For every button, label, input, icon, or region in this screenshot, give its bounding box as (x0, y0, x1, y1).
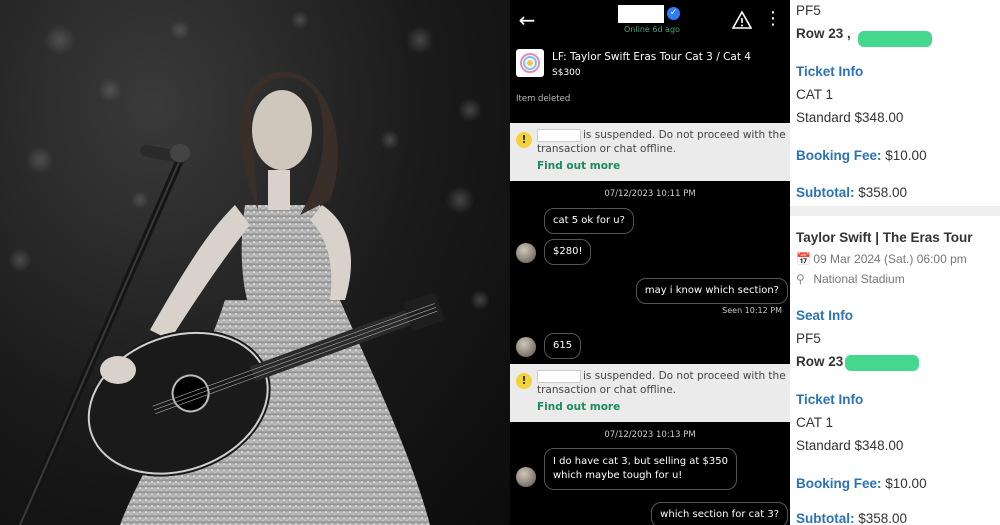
subtotal: Subtotal: $358.00 (796, 185, 907, 200)
subtotal-label: Subtotal: (796, 185, 855, 200)
redacted-seat-number (845, 355, 919, 371)
online-status: Online 6d ago (624, 25, 680, 34)
warning-text: transaction or chat offline. (537, 143, 676, 155)
find-out-more-link[interactable]: Find out more (537, 160, 620, 172)
warning-triangle-icon[interactable] (732, 10, 752, 30)
incoming-message: 615 (544, 333, 582, 359)
warning-icon: ! (516, 132, 532, 148)
avatar[interactable] (516, 467, 536, 487)
seat-section: PF5 (796, 3, 821, 18)
redacted-seat-number (858, 31, 932, 47)
booking-fee-value: $10.00 (885, 476, 927, 491)
incoming-message: $280! (544, 239, 592, 265)
suspension-warning: ! is suspended. Do not proceed with the … (510, 364, 790, 422)
section-divider (790, 206, 1000, 216)
seat-section: PF5 (796, 331, 821, 346)
redacted-username (537, 370, 581, 383)
redacted-username (618, 5, 664, 23)
event-venue-text: National Stadium (813, 272, 905, 286)
ticket-details-panel: PF5 Row 23 , Ticket Info CAT 1 Standard … (790, 0, 1000, 525)
suspension-warning: ! is suspended. Do not proceed with the … (510, 123, 790, 181)
seen-status: Seen 10:12 PM (722, 306, 782, 315)
listing-status: Item deleted (516, 94, 571, 104)
listing-item[interactable]: LF: Taylor Swift Eras Tour Cat 3 / Cat 4… (510, 44, 790, 108)
location-pin-icon: ⚲ (796, 272, 805, 286)
calendar-icon: 📅 (796, 252, 811, 266)
ticket-info-heading: Ticket Info (796, 64, 864, 79)
incoming-message: I do have cat 3, but selling at $350 whi… (544, 448, 737, 490)
event-venue: ⚲ National Stadium (796, 272, 905, 286)
outgoing-message: which section for cat 3? (651, 502, 788, 525)
seat-row: Row 23 (796, 354, 844, 369)
seat-row: Row 23 , (796, 26, 851, 41)
booking-fee: Booking Fee: $10.00 (796, 148, 927, 163)
booking-fee-value: $10.00 (885, 148, 927, 163)
chat-screen: ← ✓ Online 6d ago ⋮ LF: Taylor Swift Era… (510, 0, 790, 525)
listing-price: S$300 (552, 68, 581, 78)
back-arrow-icon[interactable]: ← (514, 8, 540, 32)
avatar[interactable] (516, 243, 536, 263)
ticket-price: Standard $348.00 (796, 438, 904, 453)
event-title: Taylor Swift | The Eras Tour (796, 230, 973, 245)
message-line: which maybe tough for u! (553, 470, 683, 481)
warning-text: transaction or chat offline. (537, 384, 676, 396)
avatar[interactable] (516, 337, 536, 357)
seat-info-heading: Seat Info (796, 308, 854, 323)
message-timestamp: 07/12/2023 10:11 PM (604, 189, 696, 199)
ticket-price: Standard $348.00 (796, 110, 904, 125)
ticket-category: CAT 1 (796, 415, 834, 430)
subtotal: Subtotal: $358.00 (796, 511, 907, 525)
booking-fee-label: Booking Fee: (796, 476, 882, 491)
redacted-username (537, 129, 581, 142)
booking-fee: Booking Fee: $10.00 (796, 476, 927, 491)
subtotal-value: $358.00 (858, 511, 908, 525)
find-out-more-link[interactable]: Find out more (537, 401, 620, 413)
performer-with-guitar-photo (8, 11, 490, 525)
warning-text: is suspended. Do not proceed with the (583, 129, 786, 141)
listing-title: LF: Taylor Swift Eras Tour Cat 3 / Cat 4 (552, 51, 751, 63)
booking-fee-label: Booking Fee: (796, 148, 882, 163)
message-timestamp: 07/12/2023 10:13 PM (604, 430, 696, 440)
more-vertical-icon[interactable]: ⋮ (764, 8, 782, 30)
listing-thumbnail (516, 49, 544, 77)
event-date-text: 09 Mar 2024 (Sat.) 06:00 pm (813, 252, 967, 266)
ticket-category: CAT 1 (796, 87, 834, 102)
warning-icon: ! (516, 373, 532, 389)
concert-photo (0, 0, 510, 525)
incoming-message: cat 5 ok for u? (544, 208, 634, 234)
subtotal-label: Subtotal: (796, 511, 855, 525)
subtotal-value: $358.00 (858, 185, 908, 200)
event-date: 📅 09 Mar 2024 (Sat.) 06:00 pm (796, 252, 967, 266)
outgoing-message: may i know which section? (635, 278, 788, 304)
warning-text: is suspended. Do not proceed with the (583, 370, 786, 382)
message-line: I do have cat 3, but selling at $350 (553, 456, 728, 467)
ticket-info-heading: Ticket Info (796, 392, 864, 407)
chat-header: ← ✓ Online 6d ago ⋮ (510, 0, 790, 40)
verified-badge-icon: ✓ (667, 7, 680, 20)
